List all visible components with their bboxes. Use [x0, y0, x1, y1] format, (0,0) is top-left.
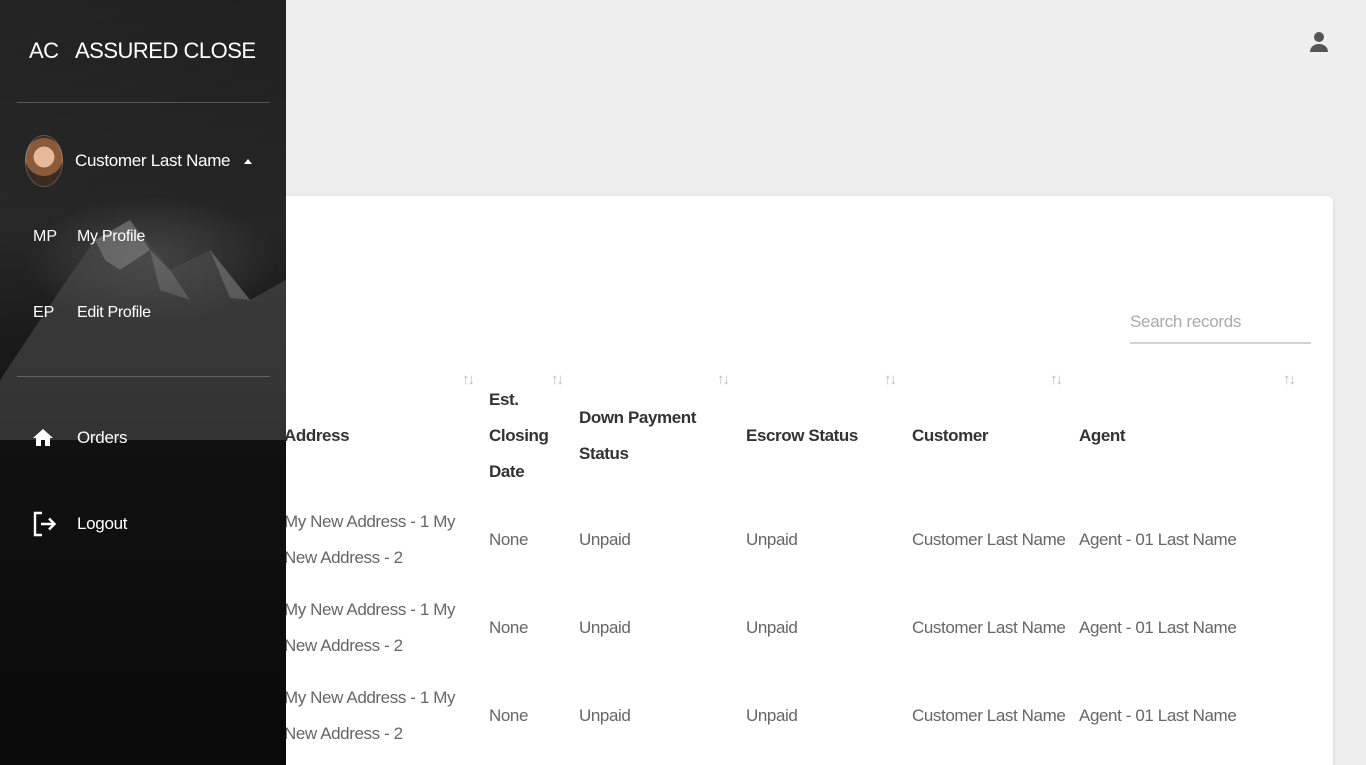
cell-escrow-status: Unpaid — [746, 706, 798, 725]
cell-agent: Agent - 01 Last Name — [1079, 706, 1237, 725]
my-profile-abbr: MP — [33, 228, 57, 245]
sort-icon[interactable]: ↑↓ — [462, 370, 475, 390]
user-menu-toggle[interactable]: Customer Last Name — [25, 135, 252, 187]
edit-profile-abbr: EP — [33, 304, 55, 321]
my-profile-label: My Profile — [77, 228, 146, 245]
cell-est-closing-date: None — [489, 618, 529, 637]
sort-icon[interactable]: ↑↓ — [1050, 370, 1063, 390]
cell-escrow-status: Unpaid — [746, 530, 798, 549]
cell-agent: Agent - 01 Last Name — [1079, 618, 1237, 637]
column-header-customer[interactable]: ↑↓ Customer — [912, 371, 1079, 496]
cell-agent: Agent - 01 Last Name — [1079, 530, 1237, 549]
sidebar-item-logout[interactable]: Logout — [31, 509, 128, 539]
column-header-escrow-status[interactable]: ↑↓ Escrow Status — [746, 371, 912, 496]
person-icon[interactable] — [1309, 31, 1329, 53]
cell-down-payment-status: Unpaid — [579, 618, 631, 637]
search-input[interactable] — [1130, 302, 1311, 344]
cell-down-payment-status: Unpaid — [579, 706, 631, 725]
sidebar-item-orders[interactable]: Orders — [31, 423, 127, 453]
brand-mini: AC — [29, 38, 59, 63]
sidebar-item-edit-profile[interactable]: EP Edit Profile — [33, 304, 151, 322]
home-icon — [31, 423, 77, 453]
divider — [17, 376, 270, 377]
cell-est-closing-date: None — [489, 706, 529, 725]
cell-customer: Customer Last Name — [912, 706, 1066, 725]
table-row[interactable]: My New Address - 1 My New Address - 2 No… — [284, 584, 1301, 672]
divider — [17, 102, 270, 103]
brand-name: ASSURED CLOSE — [75, 38, 256, 63]
column-header-agent[interactable]: ↑↓ Agent — [1079, 371, 1301, 496]
cell-est-closing-date: None — [489, 530, 529, 549]
cell-address: My New Address - 1 My New Address - 2 — [284, 600, 456, 655]
brand-logo[interactable]: AC ASSURED CLOSE — [29, 36, 256, 66]
orders-label: Orders — [77, 428, 128, 447]
cell-escrow-status: Unpaid — [746, 618, 798, 637]
cell-customer: Customer Last Name — [912, 530, 1066, 549]
column-header-address[interactable]: ↑↓ Address — [284, 371, 489, 496]
sidebar: AC ASSURED CLOSE Customer Last Name MP M… — [0, 0, 286, 765]
table-row[interactable]: My New Address - 1 My New Address - 2 No… — [284, 496, 1301, 584]
cell-down-payment-status: Unpaid — [579, 530, 631, 549]
column-header-down-payment-status[interactable]: ↑↓ Down Payment Status — [579, 371, 746, 496]
cell-address: My New Address - 1 My New Address - 2 — [284, 512, 456, 567]
logout-label: Logout — [77, 514, 128, 533]
caret-up-icon — [244, 159, 252, 164]
logout-icon — [31, 509, 77, 539]
orders-table: ↑↓ Address ↑↓ Est. Closing Date ↑↓ Down … — [284, 371, 1301, 760]
sort-icon[interactable]: ↑↓ — [717, 370, 730, 390]
edit-profile-label: Edit Profile — [77, 304, 151, 321]
orders-card: ↑↓ Address ↑↓ Est. Closing Date ↑↓ Down … — [240, 196, 1333, 765]
avatar — [25, 135, 63, 187]
sidebar-item-my-profile[interactable]: MP My Profile — [33, 228, 145, 246]
cell-customer: Customer Last Name — [912, 618, 1066, 637]
cell-address: My New Address - 1 My New Address - 2 — [284, 688, 456, 743]
sort-icon[interactable]: ↑↓ — [551, 370, 564, 390]
column-header-est-closing-date[interactable]: ↑↓ Est. Closing Date — [489, 371, 579, 496]
sort-icon[interactable]: ↑↓ — [1283, 370, 1296, 390]
sort-icon[interactable]: ↑↓ — [884, 370, 897, 390]
user-name: Customer Last Name — [75, 151, 231, 170]
table-row[interactable]: My New Address - 1 My New Address - 2 No… — [284, 672, 1301, 760]
